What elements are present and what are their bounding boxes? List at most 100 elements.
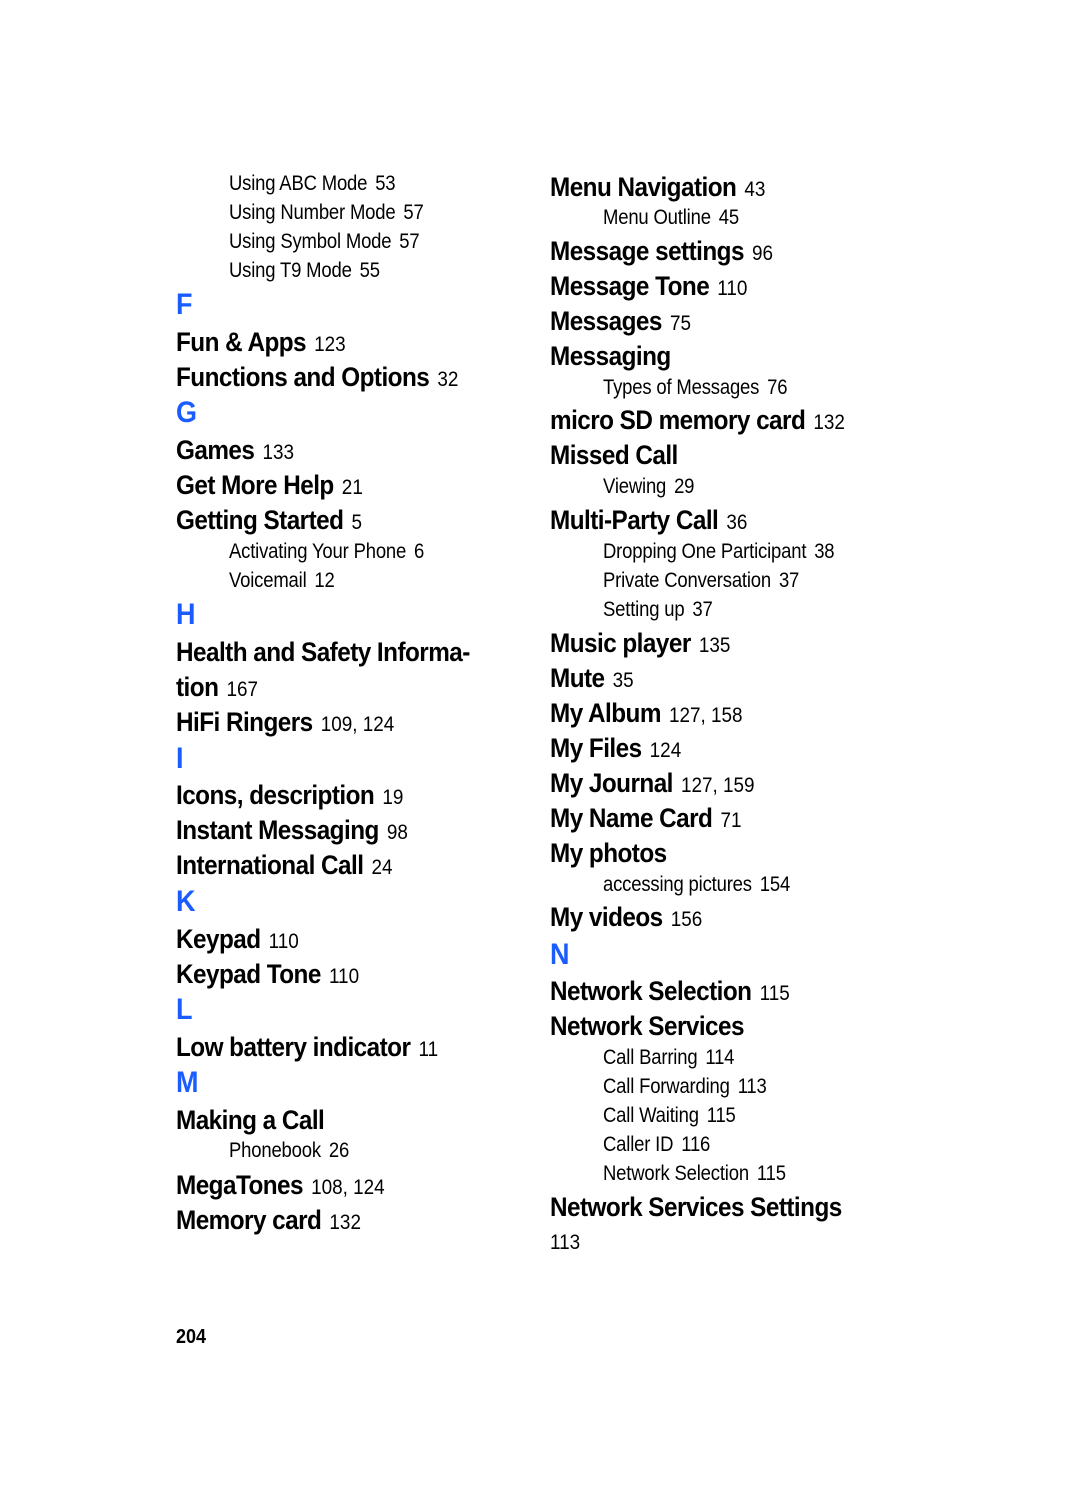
entry-pages: 35 — [612, 669, 634, 692]
entry-pages: 45 — [718, 206, 739, 229]
index-letter-i: I — [176, 742, 184, 776]
index-entry-message-settings: Message settings 96 — [550, 236, 773, 267]
entry-pages: 96 — [752, 242, 774, 265]
entry-text: Games — [176, 435, 255, 465]
entry-pages: 75 — [669, 312, 691, 335]
entry-text: Get More Help — [176, 470, 334, 500]
entry-text: M — [176, 1066, 199, 1099]
entry-pages: 57 — [399, 230, 420, 253]
entry-text: Setting up — [603, 598, 685, 621]
entry-pages: 109, 124 — [320, 713, 395, 736]
index-entry-fun-apps: Fun & Apps 123 — [176, 327, 346, 358]
entry-pages: 132 — [813, 411, 845, 434]
index-entry-hifi-ringers: HiFi Ringers 109, 124 — [176, 707, 394, 738]
entry-pages: 12 — [314, 569, 335, 592]
index-letter-m: M — [176, 1066, 199, 1100]
entry-text: Network Selection — [603, 1162, 749, 1185]
index-entry-multi-party-call: Multi-Party Call 36 — [550, 505, 747, 536]
entry-text: Messages — [550, 306, 662, 336]
index-subentry-viewing: Viewing 29 — [603, 475, 694, 499]
entry-pages: 115 — [756, 1162, 786, 1185]
entry-pages: 108, 124 — [311, 1176, 385, 1199]
entry-text: Call Barring — [603, 1046, 698, 1069]
entry-pages: 38 — [814, 540, 835, 563]
index-subentry-phonebook: Phonebook 26 — [229, 1139, 349, 1163]
index-entry-health-and-safety-informa: Health and Safety Informa- — [176, 637, 470, 668]
entry-text: H — [176, 598, 196, 631]
index-entry-my-videos: My videos 156 — [550, 902, 702, 933]
entry-text: Making a Call — [176, 1105, 325, 1135]
index-entry-my-photos: My photos — [550, 838, 667, 869]
entry-text: Message Tone — [550, 271, 710, 301]
index-entry-music-player: Music player 135 — [550, 628, 730, 659]
index-entry-my-album: My Album 127, 158 — [550, 698, 743, 729]
index-subentry-activating-your-phone: Activating Your Phone 6 — [229, 540, 424, 564]
index-subentry-private-conversation: Private Conversation 37 — [603, 569, 799, 593]
index-subentry-dropping-one-participant: Dropping One Participant 38 — [603, 540, 835, 564]
index-subentry-using-t9-mode: Using T9 Mode 55 — [229, 259, 380, 283]
entry-text: My photos — [550, 838, 667, 868]
index-entry-micro-sd-memory-card: micro SD memory card 132 — [550, 405, 845, 436]
entry-pages: 110 — [268, 930, 299, 953]
entry-text: My Album — [550, 698, 661, 728]
entry-pages: 32 — [437, 368, 459, 391]
index-subentry-call-waiting: Call Waiting 115 — [603, 1104, 736, 1128]
entry-text: L — [176, 993, 193, 1026]
entry-text: My videos — [550, 902, 663, 932]
entry-text: Multi-Party Call — [550, 505, 719, 535]
index-entry-instant-messaging: Instant Messaging 98 — [176, 815, 408, 846]
index-subentry-using-abc-mode: Using ABC Mode 53 — [229, 172, 396, 196]
entry-pages: 53 — [375, 172, 396, 195]
index-entry-icons-description: Icons, description 19 — [176, 780, 403, 811]
index-letter-l: L — [176, 993, 192, 1027]
entry-pages: 113 — [737, 1075, 767, 1098]
entry-pages: 55 — [359, 259, 380, 282]
entry-pages: 24 — [371, 856, 393, 879]
entry-text: My Journal — [550, 768, 673, 798]
entry-text: Instant Messaging — [176, 815, 379, 845]
entry-text: Keypad Tone — [176, 959, 321, 989]
entry-text: Missed Call — [550, 440, 678, 470]
entry-text: Message settings — [550, 236, 744, 266]
entry-pages: 43 — [744, 178, 766, 201]
index-subentry-network-selection: Network Selection 115 — [603, 1162, 786, 1186]
entry-text: Dropping One Participant — [603, 540, 807, 563]
entry-pages: 76 — [767, 376, 788, 399]
entry-pages: 110 — [717, 277, 748, 300]
entry-text: Network Selection — [550, 976, 752, 1006]
index-letter-g: G — [176, 396, 197, 430]
entry-text: Menu Navigation — [550, 172, 737, 202]
index-letter-h: H — [176, 598, 196, 632]
index-entry-memory-card: Memory card 132 — [176, 1205, 361, 1236]
index-entry-keypad-tone: Keypad Tone 110 — [176, 959, 359, 990]
index-subentry-accessing-pictures: accessing pictures 154 — [603, 873, 790, 897]
entry-pages: 115 — [759, 982, 790, 1005]
entry-text: Memory card — [176, 1205, 322, 1235]
index-letter-n: N — [550, 938, 570, 972]
entry-text: MegaTones — [176, 1170, 304, 1200]
entry-text: Activating Your Phone — [229, 540, 407, 563]
entry-pages: 29 — [674, 475, 695, 498]
entry-text: F — [176, 288, 193, 321]
index-entry-get-more-help: Get More Help 21 — [176, 470, 363, 501]
entry-pages: 21 — [341, 476, 363, 499]
entry-text: Using T9 Mode — [229, 259, 352, 282]
index-entry-international-call: International Call 24 — [176, 850, 393, 881]
entry-pages: 133 — [262, 441, 294, 464]
entry-text: Low battery indicator — [176, 1032, 411, 1062]
entry-pages: 57 — [403, 201, 424, 224]
entry-text: Network Services — [550, 1011, 745, 1041]
entry-text: Icons, description — [176, 780, 375, 810]
entry-text: International Call — [176, 850, 364, 880]
entry-pages: 110 — [328, 965, 360, 988]
entry-text: Types of Messages — [603, 376, 760, 399]
index-subentry-call-barring: Call Barring 114 — [603, 1046, 734, 1070]
index-entry-my-files: My Files 124 — [550, 733, 681, 764]
entry-text: Using ABC Mode — [229, 172, 368, 195]
index-entry-games: Games 133 — [176, 435, 294, 466]
entry-text: Menu Outline — [603, 206, 711, 229]
index-entry-tion: tion 167 — [176, 672, 258, 703]
index-entry-messages: Messages 75 — [550, 306, 691, 337]
entry-text: I — [176, 742, 184, 775]
entry-pages: 36 — [726, 511, 748, 534]
